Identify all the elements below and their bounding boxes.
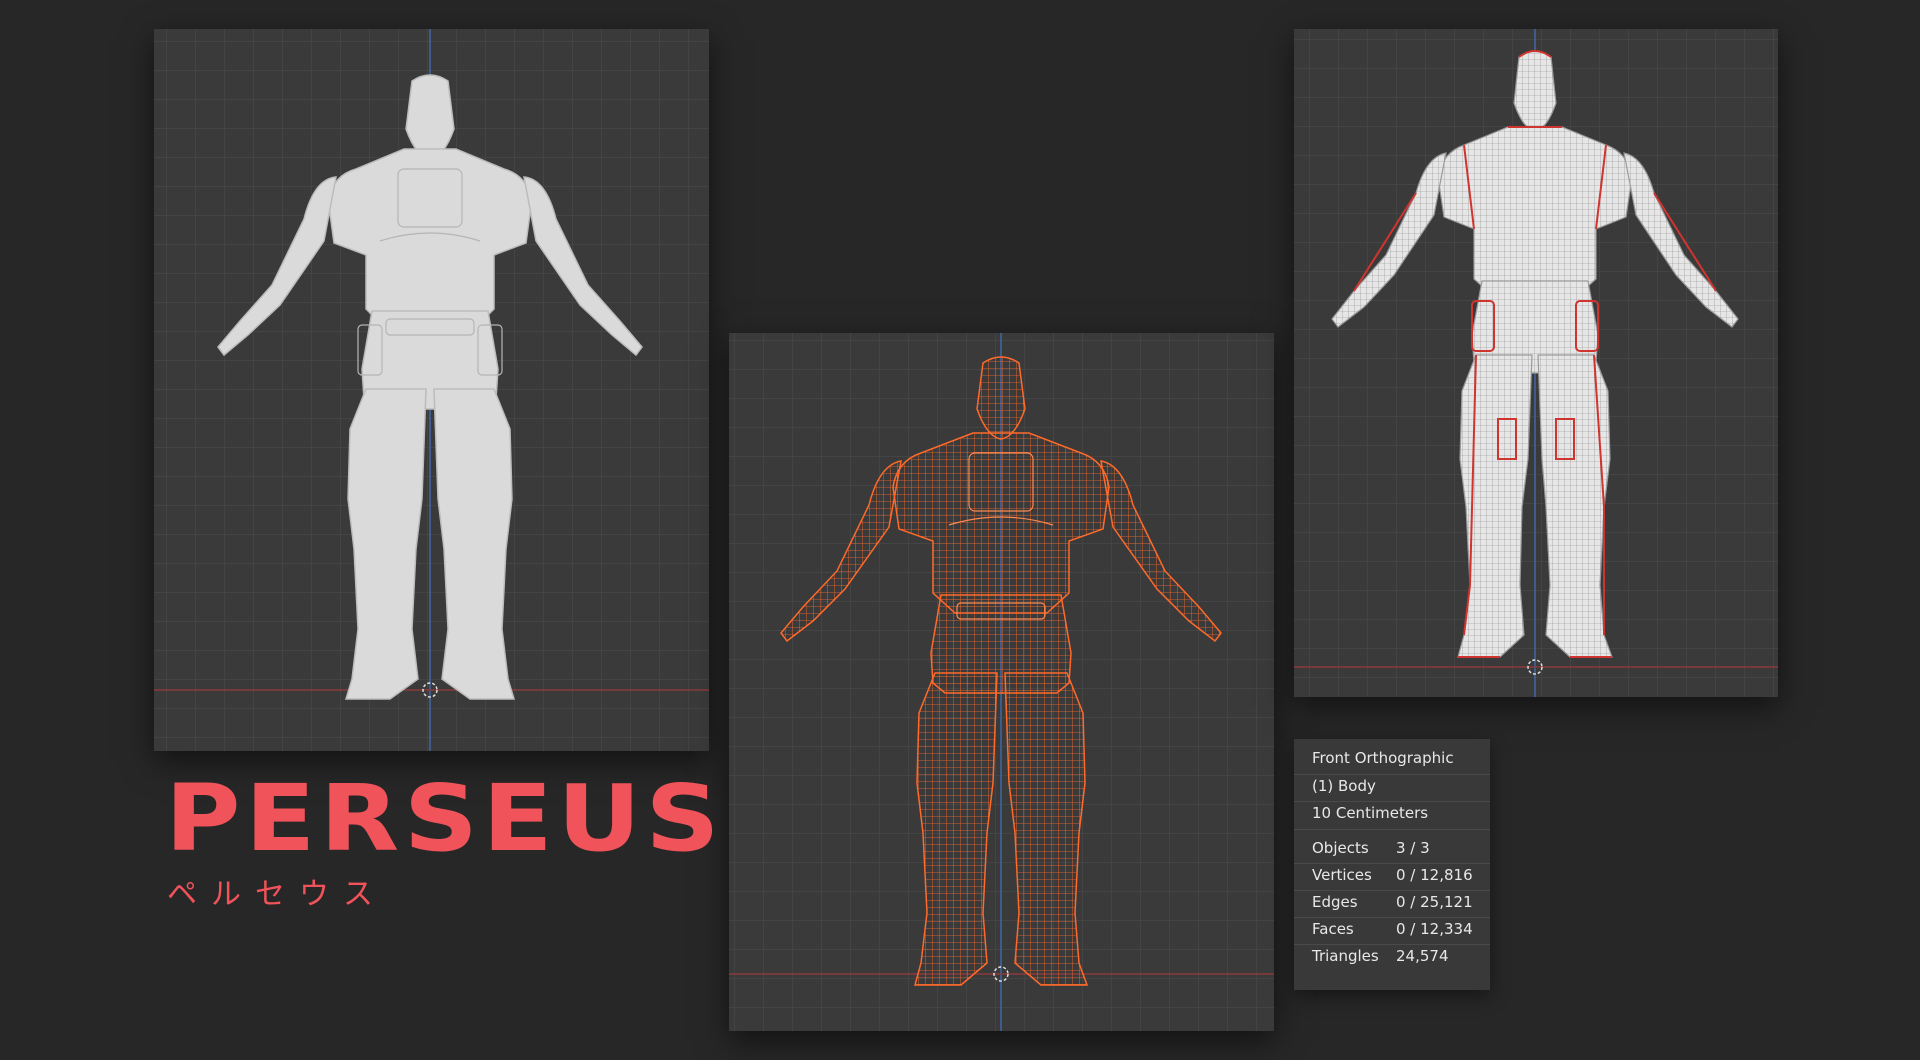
viewport-stats-overlay: Front Orthographic (1) Body 10 Centimete… bbox=[1294, 739, 1490, 990]
stats-label: Objects bbox=[1312, 839, 1369, 857]
stats-value: 0 / 12,334 bbox=[1396, 920, 1473, 938]
stats-divider bbox=[1294, 774, 1490, 775]
stats-value: 24,574 bbox=[1396, 947, 1449, 965]
wireframe-scene bbox=[729, 333, 1274, 1031]
active-object-name: (1) Body bbox=[1312, 777, 1376, 795]
stats-label: Triangles bbox=[1312, 947, 1379, 965]
stats-label: Faces bbox=[1312, 920, 1354, 938]
viewport-solid-front[interactable] bbox=[154, 29, 709, 751]
stats-divider bbox=[1294, 863, 1490, 864]
title-block: PERSEUS ペルセウス bbox=[165, 773, 720, 913]
stats-value: 0 / 12,816 bbox=[1396, 866, 1473, 884]
project-subtitle-katakana: ペルセウス bbox=[167, 877, 387, 912]
stats-label: Edges bbox=[1312, 893, 1358, 911]
stats-value: 0 / 25,121 bbox=[1396, 893, 1473, 911]
viewport-wireframe-front[interactable] bbox=[729, 333, 1274, 1031]
stats-divider bbox=[1294, 829, 1490, 830]
project-title: PERSEUS bbox=[165, 765, 725, 872]
grid-scale: 10 Centimeters bbox=[1312, 804, 1429, 822]
stats-divider bbox=[1294, 917, 1490, 918]
stats-divider bbox=[1294, 801, 1490, 802]
overlay-scene bbox=[1294, 29, 1778, 697]
stats-divider bbox=[1294, 890, 1490, 891]
solid-model-scene bbox=[154, 29, 709, 751]
stats-divider bbox=[1294, 944, 1490, 945]
view-name: Front Orthographic bbox=[1312, 749, 1454, 767]
stats-label: Vertices bbox=[1312, 866, 1372, 884]
stats-value: 3 / 3 bbox=[1396, 839, 1430, 857]
viewport-wireframe-overlay-front[interactable] bbox=[1294, 29, 1778, 697]
